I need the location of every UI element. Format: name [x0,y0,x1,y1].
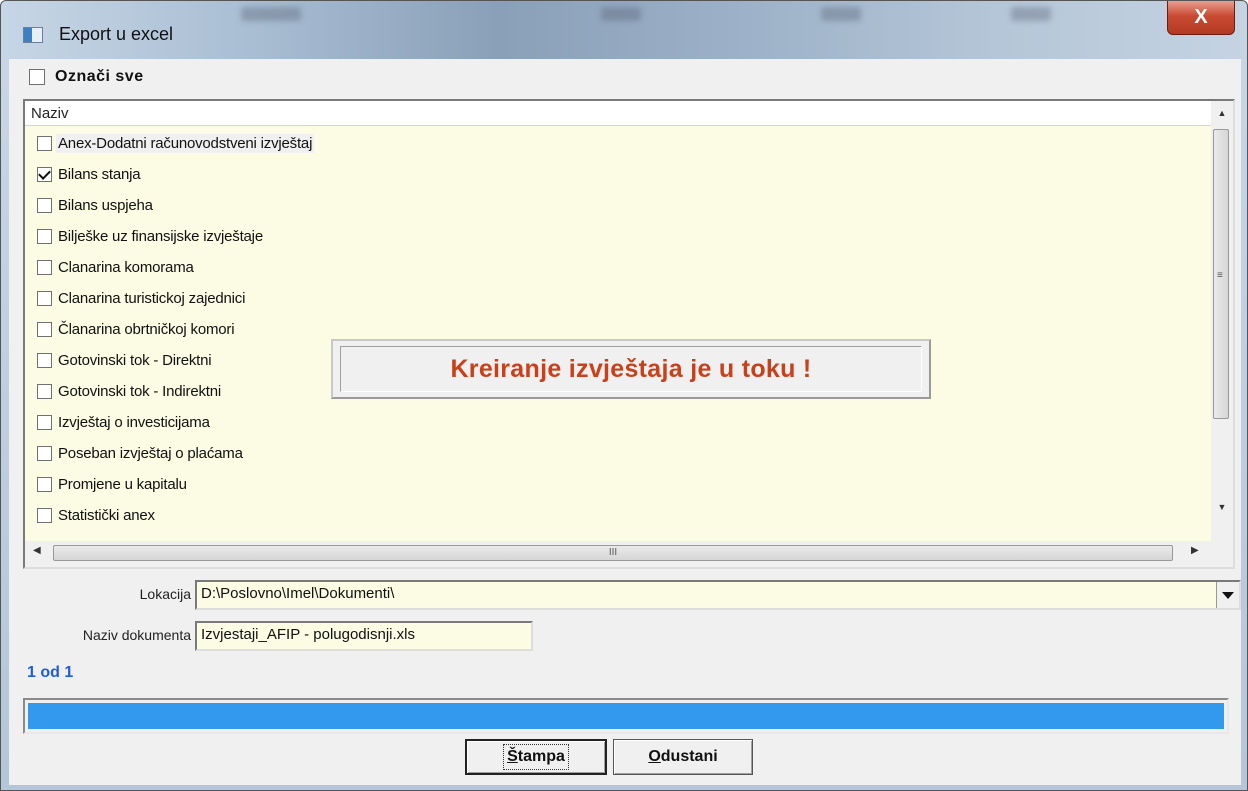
close-button[interactable]: X [1167,1,1235,35]
document-name-value: Izvjestaji_AFIP - polugodisnji.xls [201,626,415,643]
item-label: Promjene u kapitalu [58,476,187,493]
scroll-grip-icon: III [608,547,618,558]
close-icon: X [1194,6,1208,28]
progress-fill [28,703,1224,729]
list-item[interactable]: Bilans uspjeha [25,190,1211,221]
scroll-corner [1211,541,1233,567]
list-item[interactable]: Bilans stanja [25,159,1211,190]
item-label: Članarina obrtničkoj komori [58,321,235,338]
report-rows: Anex-Dodatni računovodstveni izvještaj Bi… [25,128,1211,531]
item-checkbox[interactable] [37,322,52,337]
item-label: Gotovinski tok - Indirektni [58,383,221,400]
item-checkbox[interactable] [37,291,52,306]
title-bar[interactable]: Export u excel X [1,1,1247,59]
list-item[interactable]: Promjene u kapitalu [25,469,1211,500]
scroll-left-icon[interactable]: ◀ [33,545,41,556]
list-item[interactable]: Clanarina turistickoj zajednici [25,283,1211,314]
status-popup-frame: Kreiranje izvještaja je u toku ! [340,346,922,392]
item-checkbox[interactable] [37,198,52,213]
item-checkbox[interactable] [37,167,52,182]
item-checkbox[interactable] [37,446,52,461]
item-checkbox[interactable] [37,229,52,244]
print-button[interactable]: Štampa [465,739,607,775]
item-label: Clanarina komorama [58,259,194,276]
list-item[interactable]: Poseban izvještaj o plaćama [25,438,1211,469]
document-name-input[interactable]: Izvjestaji_AFIP - polugodisnji.xls [195,621,533,651]
export-dialog: Export u excel X Označi sve Naziv Anex-D… [0,0,1248,791]
vertical-scrollbar[interactable]: ▲ ≡ ▼ [1211,101,1233,541]
status-message: Kreiranje izvještaja je u toku ! [450,354,812,383]
select-all-label: Označi sve [55,68,144,85]
list-item[interactable]: Izvještaj o investicijama [25,407,1211,438]
scroll-up-icon[interactable]: ▲ [1211,103,1233,123]
list-header[interactable]: Naziv [25,101,1211,126]
progress-bar [23,698,1229,734]
print-button-label: Štampa [503,744,569,770]
list-item[interactable]: Anex-Dodatni računovodstveni izvještaj [25,128,1211,159]
location-combobox[interactable]: D:\Poslovno\Imel\Dokumenti\ [195,580,1241,610]
item-label: Poseban izvještaj o plaćama [58,445,243,462]
list-item[interactable]: Bilješke uz finansijske izvještaje [25,221,1211,252]
select-all[interactable]: Označi sve [29,68,144,86]
item-checkbox[interactable] [37,415,52,430]
scroll-grip-icon: ≡ [1217,270,1223,281]
document-name-label: Naziv dokumenta [82,627,191,643]
item-checkbox[interactable] [37,136,52,151]
chevron-down-icon[interactable] [1216,582,1239,608]
background-blur [821,7,861,21]
list-item[interactable]: Statistički anex [25,500,1211,531]
report-list[interactable]: Naziv Anex-Dodatni računovodstveni izvje… [23,99,1235,569]
background-blur [601,7,641,21]
item-label: Bilans stanja [58,166,141,183]
item-label: Bilješke uz finansijske izvještaje [58,228,263,245]
scroll-down-icon[interactable]: ▼ [1211,497,1233,517]
cancel-button[interactable]: Odustani [613,739,753,775]
item-label: Clanarina turistickoj zajednici [58,290,246,307]
cancel-button-label: Odustani [648,748,718,765]
dialog-client-area: Označi sve Naziv Anex-Dodatni računovods… [9,59,1241,785]
horizontal-scrollbar[interactable]: ◀ III ▶ [25,541,1211,567]
item-label: Izvještaj o investicijama [58,414,210,431]
item-checkbox[interactable] [37,477,52,492]
app-window-icon [23,27,43,43]
item-label: Gotovinski tok - Direktni [58,352,212,369]
item-checkbox[interactable] [37,508,52,523]
background-blur [1011,7,1051,21]
progress-counter: 1 od 1 [27,664,74,681]
location-value: D:\Poslovno\Imel\Dokumenti\ [201,585,395,602]
column-header-naziv[interactable]: Naziv [31,105,69,122]
background-blur [241,7,301,21]
item-label: Statistički anex [58,507,155,524]
scroll-right-icon[interactable]: ▶ [1191,545,1199,556]
vertical-scroll-thumb[interactable]: ≡ [1213,129,1229,419]
status-popup: Kreiranje izvještaja je u toku ! [331,339,931,399]
location-label: Lokacija [139,586,191,602]
item-checkbox[interactable] [37,353,52,368]
item-checkbox[interactable] [37,260,52,275]
list-item[interactable]: Clanarina komorama [25,252,1211,283]
item-label: Anex-Dodatni računovodstveni izvještaj [56,134,315,153]
item-checkbox[interactable] [37,384,52,399]
horizontal-scroll-thumb[interactable]: III [53,545,1173,561]
select-all-checkbox[interactable] [29,69,45,85]
window-title: Export u excel [59,24,174,44]
item-label: Bilans uspjeha [58,197,153,214]
